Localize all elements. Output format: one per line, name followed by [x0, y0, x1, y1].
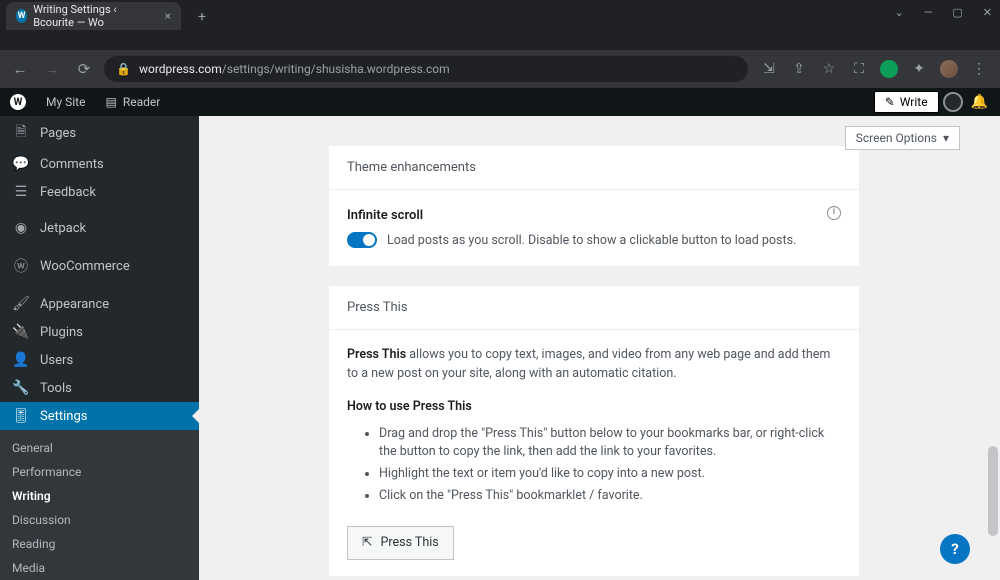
sidebar-item-users[interactable]: 👤Users [0, 346, 199, 374]
sidebar-item-plugins[interactable]: 🔌Plugins [0, 318, 199, 346]
forward-button[interactable]: → [40, 57, 64, 81]
lock-icon: 🔒 [116, 62, 131, 76]
tools-icon: 🔧 [12, 380, 30, 396]
jetpack-icon: ◉ [12, 220, 30, 236]
howto-step: Drag and drop the "Press This" button be… [379, 425, 841, 463]
notifications-icon[interactable]: 🔔 [967, 94, 992, 110]
reload-button[interactable]: ⟳ [72, 57, 96, 81]
card-title: Theme enhancements [329, 146, 859, 190]
sub-item-media[interactable]: Media [0, 556, 199, 580]
scrollbar[interactable] [986, 116, 1000, 580]
sidebar-item-feedback[interactable]: ☰Feedback [0, 178, 199, 206]
howto-heading: How to use Press This [347, 398, 841, 417]
sub-item-general[interactable]: General [0, 436, 199, 460]
share-icon[interactable]: ⇪ [790, 60, 808, 78]
howto-step: Click on the "Press This" bookmarklet / … [379, 487, 841, 506]
sub-item-discussion[interactable]: Discussion [0, 508, 199, 532]
sidebar-item-appearance[interactable]: 🖌Appearance [0, 290, 199, 318]
setting-description: Load posts as you scroll. Disable to sho… [387, 232, 796, 251]
install-icon[interactable]: ⇲ [760, 60, 778, 78]
write-button[interactable]: ✎Write [874, 91, 939, 113]
woo-icon: ⓦ [12, 256, 30, 276]
sub-item-writing[interactable]: Writing [0, 484, 199, 508]
users-icon: 👤 [12, 352, 30, 368]
howto-step: Highlight the text or item you'd like to… [379, 465, 841, 484]
sidebar-item-tools[interactable]: 🔧Tools [0, 374, 199, 402]
infinite-scroll-toggle[interactable] [347, 232, 377, 248]
press-this-card: Press This Press This allows you to copy… [329, 286, 859, 576]
url-host: wordpress.com [139, 62, 222, 76]
press-this-lead: allows you to copy text, images, and vid… [347, 347, 830, 381]
reader-icon: ▤ [105, 95, 116, 109]
account-icon[interactable] [943, 92, 963, 112]
page-icon: 🗎 [12, 121, 30, 145]
sidebar-item-woocommerce[interactable]: ⓦWooCommerce [0, 250, 199, 282]
extensions-icon[interactable]: ✦ [910, 60, 928, 78]
wp-logo-button[interactable]: W [0, 88, 36, 116]
press-this-button[interactable]: ⇱ Press This [347, 526, 454, 561]
close-window-icon[interactable]: ✕ [983, 6, 992, 19]
profile-avatar[interactable] [940, 60, 958, 78]
sub-item-reading[interactable]: Reading [0, 532, 199, 556]
back-button[interactable]: ← [8, 57, 32, 81]
scroll-thumb[interactable] [988, 446, 998, 536]
menu-icon[interactable]: ⋮ [970, 60, 988, 78]
address-bar[interactable]: 🔒 wordpress.com/settings/writing/shusish… [104, 56, 748, 82]
screen-options-button[interactable]: Screen Options▾ [845, 126, 960, 150]
feedback-icon: ☰ [12, 184, 30, 200]
wordpress-favicon: W [16, 9, 27, 23]
wp-admin-bar: W My Site ▤Reader ✎Write 🔔 [0, 88, 1000, 116]
admin-sidebar: 🗎Pages 💬Comments ☰Feedback ◉Jetpack ⓦWoo… [0, 116, 199, 580]
pencil-icon: ✎ [885, 95, 895, 109]
setting-title: Infinite scroll [347, 206, 827, 226]
sidebar-item-pages[interactable]: 🗎Pages [0, 116, 199, 150]
content-area: Screen Options▾ Theme enhancements Infin… [199, 116, 1000, 580]
sub-item-performance[interactable]: Performance [0, 460, 199, 484]
brush-icon: 🖌 [12, 296, 30, 312]
card-title: Press This [329, 286, 859, 330]
plugin-icon: 🔌 [12, 324, 30, 340]
cast-icon[interactable]: ⛶ [850, 60, 868, 78]
new-tab-button[interactable]: + [189, 4, 215, 30]
tab-title: Writing Settings ‹ Bcourite — Wo [33, 3, 158, 29]
chevron-down-icon: ▾ [943, 131, 949, 145]
settings-icon: 🎚 [12, 408, 30, 424]
my-site-button[interactable]: My Site [36, 88, 95, 116]
maximize-icon[interactable]: ▢ [952, 6, 962, 19]
press-this-lead-strong: Press This [347, 347, 406, 362]
bookmark-icon[interactable]: ☆ [820, 60, 838, 78]
sidebar-item-settings[interactable]: 🎚Settings [0, 402, 199, 430]
reader-button[interactable]: ▤Reader [95, 88, 170, 116]
sidebar-item-jetpack[interactable]: ◉Jetpack [0, 214, 199, 242]
comment-icon: 💬 [12, 156, 30, 172]
sidebar-item-comments[interactable]: 💬Comments [0, 150, 199, 178]
help-button[interactable]: ? [940, 534, 970, 564]
close-tab-icon[interactable]: × [165, 9, 171, 23]
minimize-icon[interactable]: — [924, 6, 933, 19]
url-path: /settings/writing/shusisha.wordpress.com [222, 62, 450, 76]
share-icon: ⇱ [362, 534, 372, 553]
info-icon[interactable]: i [827, 206, 841, 220]
theme-enhancements-card: Theme enhancements Infinite scroll Load … [329, 146, 859, 266]
browser-tab[interactable]: W Writing Settings ‹ Bcourite — Wo × [6, 2, 181, 30]
chevron-down-icon[interactable]: ⌄ [895, 6, 904, 19]
extension-icon[interactable] [880, 60, 898, 78]
